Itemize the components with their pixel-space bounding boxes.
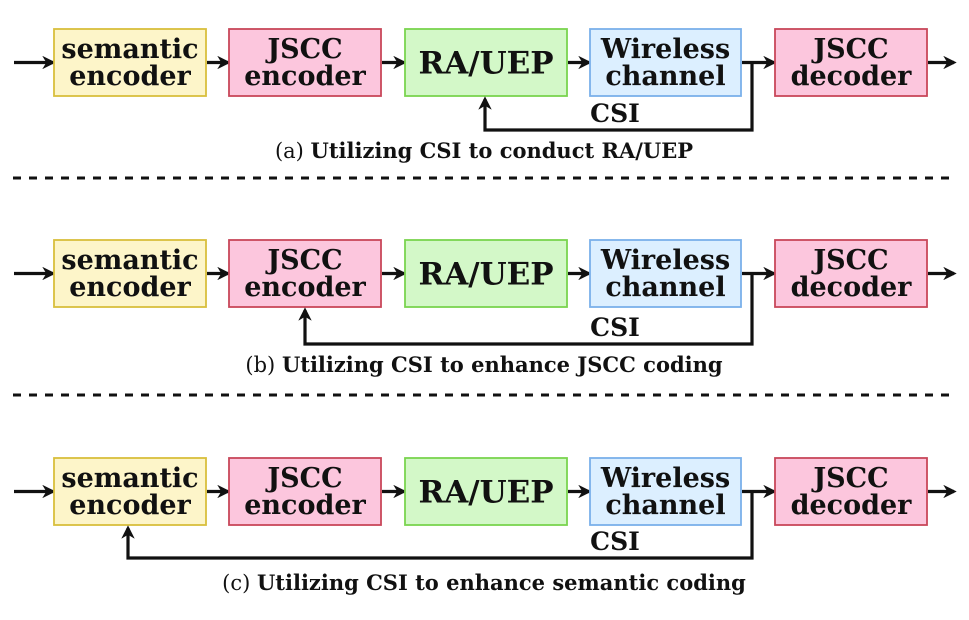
panel-c: semanticencoder JSCCencoder RA/UEP Wireless…: [14, 457, 957, 595]
block-label-line: encoder: [244, 490, 366, 521]
block-wireless-channel: Wirelesschannel: [589, 28, 742, 97]
csi-label: CSI: [590, 99, 640, 128]
block-jscc-decoder: JSCCdecoder: [774, 457, 928, 526]
block-label-line: decoder: [791, 490, 913, 521]
block-label-line: encoder: [244, 272, 366, 303]
caption-label: (c): [222, 571, 257, 595]
block-jscc-encoder: JSCCencoder: [228, 457, 382, 526]
block-label-line: channel: [605, 61, 725, 92]
block-ra-uep: RA/UEP: [404, 28, 568, 97]
caption-label: (a): [275, 139, 311, 163]
panel-caption: (a) Utilizing CSI to conduct RA/UEP: [275, 138, 693, 163]
panel-caption: (b) Utilizing CSI to enhance JSCC coding: [245, 352, 722, 377]
block-semantic-encoder: semanticencoder: [53, 457, 207, 526]
block-label-line: encoder: [69, 272, 191, 303]
block-ra-uep: RA/UEP: [404, 239, 568, 308]
block-jscc-decoder: JSCCdecoder: [774, 28, 928, 97]
block-jscc-decoder: JSCCdecoder: [774, 239, 928, 308]
caption-text: Utilizing CSI to enhance JSCC coding: [282, 352, 723, 377]
block-label-line: encoder: [244, 61, 366, 92]
block-label: RA/UEP: [418, 257, 553, 293]
panel-a: semanticencoder JSCCencoder RA/UEP Wireless…: [14, 28, 957, 163]
csi-feedback-diagram: semanticencoder JSCCencoder RA/UEP Wireless…: [13, 28, 957, 595]
block-jscc-encoder: JSCCencoder: [228, 28, 382, 97]
caption-label: (b): [245, 353, 282, 377]
block-label-line: channel: [605, 490, 725, 521]
caption-text: Utilizing CSI to enhance semantic coding: [257, 570, 746, 595]
block-label: RA/UEP: [418, 46, 553, 82]
panel-b: semanticencoder JSCCencoder RA/UEP Wireless…: [14, 239, 957, 377]
block-wireless-channel: Wirelesschannel: [589, 457, 742, 526]
block-label-line: encoder: [69, 490, 191, 521]
block-semantic-encoder: semanticencoder: [53, 239, 207, 308]
block-semantic-encoder: semanticencoder: [53, 28, 207, 97]
csi-label: CSI: [590, 527, 640, 556]
block-ra-uep: RA/UEP: [404, 457, 568, 526]
block-label-line: encoder: [69, 61, 191, 92]
panel-caption: (c) Utilizing CSI to enhance semantic co…: [222, 570, 746, 595]
block-label-line: decoder: [791, 61, 913, 92]
csi-label: CSI: [590, 313, 640, 342]
block-wireless-channel: Wirelesschannel: [589, 239, 742, 308]
block-label-line: channel: [605, 272, 725, 303]
block-jscc-encoder: JSCCencoder: [228, 239, 382, 308]
block-label: RA/UEP: [418, 475, 553, 511]
caption-text: Utilizing CSI to conduct RA/UEP: [311, 138, 694, 163]
block-label-line: decoder: [791, 272, 913, 303]
